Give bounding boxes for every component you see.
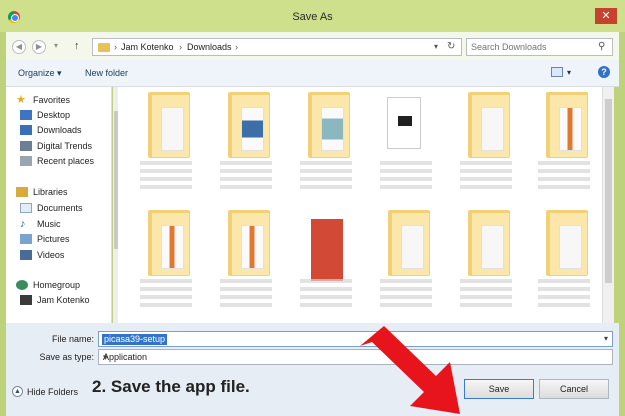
file-item[interactable] bbox=[210, 89, 280, 197]
file-list-scrollbar[interactable] bbox=[602, 87, 614, 323]
file-list bbox=[118, 87, 602, 323]
view-dropdown-icon[interactable]: ▾ bbox=[567, 68, 571, 77]
forward-icon[interactable]: ▶ bbox=[32, 40, 46, 54]
file-item[interactable] bbox=[370, 207, 440, 315]
file-list-scroll-thumb[interactable] bbox=[605, 99, 612, 283]
folder-icon bbox=[20, 141, 32, 151]
music-icon: ♪ bbox=[20, 218, 26, 230]
path-dropdown-icon[interactable]: ▾ bbox=[434, 42, 438, 51]
help-icon[interactable]: ? bbox=[598, 66, 610, 78]
file-item[interactable] bbox=[130, 207, 200, 315]
desktop-icon bbox=[20, 110, 32, 120]
refresh-icon[interactable]: ↻ bbox=[447, 41, 455, 52]
window-frame: Save As ✕ ◀ ▶ ▾ ↑ › Jam Kotenko › Downlo… bbox=[0, 0, 625, 416]
address-bar: ◀ ▶ ▾ ↑ › Jam Kotenko › Downloads › ▾ ↻ … bbox=[6, 32, 619, 60]
search-input[interactable] bbox=[471, 41, 591, 53]
file-item[interactable] bbox=[290, 89, 360, 197]
up-arrow-icon[interactable]: ↑ bbox=[74, 40, 80, 52]
file-item[interactable] bbox=[290, 207, 360, 315]
file-item[interactable] bbox=[450, 89, 520, 197]
back-icon[interactable]: ◀ bbox=[12, 40, 26, 54]
documents-icon bbox=[20, 203, 32, 213]
file-item[interactable] bbox=[450, 207, 520, 315]
star-icon: ★ bbox=[16, 94, 26, 106]
file-name-dropdown-icon[interactable]: ▾ bbox=[604, 334, 608, 343]
homegroup-icon bbox=[16, 280, 28, 290]
red-arrow-shape bbox=[360, 326, 460, 414]
user-icon bbox=[20, 295, 32, 305]
red-arrow bbox=[360, 326, 460, 414]
search-icon[interactable]: ⚲ bbox=[598, 41, 605, 52]
pictures-icon bbox=[20, 234, 32, 244]
file-name-label: File name: bbox=[51, 334, 94, 344]
file-item[interactable] bbox=[528, 89, 598, 197]
file-name-value[interactable]: picasa39-setup bbox=[102, 334, 168, 345]
hide-folders-icon: ▲ bbox=[12, 386, 23, 397]
breadcrumb-downloads[interactable]: Downloads bbox=[187, 42, 232, 52]
command-toolbar: Organize ▾ New folder ▾ ? bbox=[6, 60, 619, 87]
recent-pages-chevron-icon[interactable]: ▾ bbox=[52, 40, 60, 54]
search-box[interactable]: ⚲ bbox=[466, 38, 613, 56]
file-item[interactable] bbox=[130, 89, 200, 197]
save-panel: File name: picasa39-setup ▾ Save as type… bbox=[6, 323, 619, 416]
file-item[interactable] bbox=[370, 89, 440, 197]
view-icon[interactable] bbox=[551, 67, 563, 77]
folder-icon bbox=[98, 43, 110, 52]
save-as-type-label: Save as type: bbox=[39, 352, 94, 362]
instruction-caption: 2. Save the app file. bbox=[92, 377, 250, 396]
organize-menu[interactable]: Organize ▾ bbox=[18, 68, 62, 79]
file-item[interactable] bbox=[210, 207, 280, 315]
title-bar: Save As ✕ bbox=[0, 0, 625, 32]
close-button[interactable]: ✕ bbox=[595, 8, 617, 24]
downloads-icon bbox=[20, 125, 32, 135]
new-folder-button[interactable]: New folder bbox=[85, 68, 128, 78]
file-item[interactable] bbox=[528, 207, 598, 315]
recent-places-icon bbox=[20, 156, 32, 166]
breadcrumb-jam-kotenko[interactable]: Jam Kotenko bbox=[121, 42, 174, 52]
cancel-button[interactable]: Cancel bbox=[539, 379, 609, 399]
breadcrumb[interactable]: › Jam Kotenko › Downloads › ▾ ↻ bbox=[92, 38, 462, 56]
libraries-icon bbox=[16, 187, 28, 197]
navigation-pane: ★ Favorites Desktop Downloads Digital Tr… bbox=[6, 87, 121, 323]
window-title: Save As bbox=[292, 11, 333, 23]
videos-icon bbox=[20, 250, 32, 260]
